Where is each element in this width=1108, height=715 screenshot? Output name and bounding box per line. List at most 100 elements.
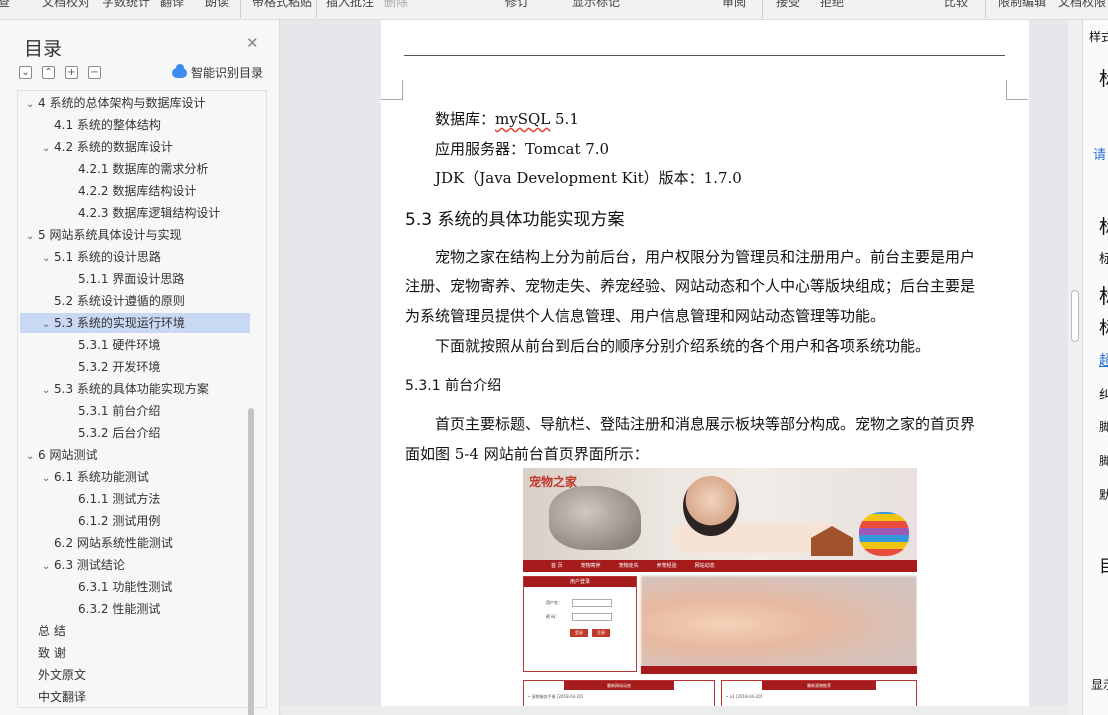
ribbon-item[interactable]: 删除 xyxy=(384,0,408,10)
toc-item[interactable]: 5.3.2 开发环境 xyxy=(20,357,250,377)
section-heading: 5.3 系统的具体功能实现方案 xyxy=(405,210,625,230)
chevron-down-icon[interactable]: ⌄ xyxy=(26,95,38,115)
chevron-down-icon[interactable]: ⌄ xyxy=(42,139,54,159)
toc-item[interactable]: 4.2.2 数据库结构设计 xyxy=(20,181,250,201)
toc-item[interactable]: 外文原文 xyxy=(20,665,250,685)
ribbon-item[interactable]: 限制编辑 xyxy=(998,0,1046,10)
style-item[interactable]: 标 xyxy=(1099,280,1108,309)
style-item[interactable]: 默 xyxy=(1099,486,1108,503)
toc-item[interactable]: ⌄ 4.2 系统的数据库设计 xyxy=(20,137,250,157)
toc-item-label: 4.2.3 数据库逻辑结构设计 xyxy=(78,206,221,220)
toc-item-label: 5.1 系统的设计思路 xyxy=(54,250,161,264)
toc-item[interactable]: 6.3.1 功能性测试 xyxy=(20,577,250,597)
chevron-down-icon[interactable]: ⌄ xyxy=(42,557,54,577)
toc-item[interactable]: 总 结 xyxy=(20,621,250,641)
vertical-scrollbar[interactable] xyxy=(1068,20,1082,715)
figure-login-box: 用户登录 用户名： 密 码： 登录 注册 xyxy=(523,576,637,672)
toc-item-label: 5.3.2 后台介绍 xyxy=(78,426,161,440)
remove-heading-icon[interactable]: − xyxy=(88,66,101,79)
chevron-down-icon[interactable]: ⌄ xyxy=(42,381,54,401)
close-icon[interactable]: ✕ xyxy=(246,34,259,52)
toc-item-label: 5.3.1 前台介绍 xyxy=(78,404,161,418)
toc-item[interactable]: 6.1.1 测试方法 xyxy=(20,489,250,509)
style-item[interactable]: 标 xyxy=(1099,248,1108,267)
figure-slideshow-caption xyxy=(641,666,917,674)
toc-item[interactable]: ⌄ 5 网站系统具体设计与实现 xyxy=(20,225,250,245)
chevron-down-icon[interactable]: ⌄ xyxy=(26,447,38,467)
style-item[interactable]: 标 xyxy=(1099,64,1108,91)
smart-toc-button[interactable]: 智能识别目录 xyxy=(172,63,263,81)
toc-item[interactable]: 5.2 系统设计遵循的原则 xyxy=(20,291,250,311)
style-item[interactable]: 脚 xyxy=(1099,452,1108,469)
ribbon-item[interactable]: 查 xyxy=(0,0,10,10)
ribbon-item[interactable]: 插入批注 xyxy=(326,0,374,10)
style-item[interactable]: 超 xyxy=(1099,350,1108,370)
ribbon-item[interactable]: 翻译 xyxy=(160,0,184,10)
ribbon-item[interactable]: 带格式粘贴 xyxy=(252,0,312,10)
style-link[interactable]: 请 xyxy=(1093,144,1106,163)
toc-item-label: 5.3.1 硬件环境 xyxy=(78,338,161,352)
toc-item-label: 6.2 网站系统性能测试 xyxy=(54,536,173,550)
figure-nav-item: 养宠经验 xyxy=(656,563,677,569)
style-item[interactable]: 目 xyxy=(1099,552,1108,577)
toc-item[interactable]: 致 谢 xyxy=(20,643,250,663)
toc-scrollbar[interactable] xyxy=(248,408,254,715)
toc-item[interactable]: 5.1.1 界面设计思路 xyxy=(20,269,250,289)
toc-item[interactable]: ⌄ 5.1 系统的设计思路 xyxy=(20,247,250,267)
toc-item[interactable]: 4.1 系统的整体结构 xyxy=(20,115,250,135)
style-item[interactable]: 脚 xyxy=(1099,418,1108,435)
ribbon-item[interactable]: 修订 xyxy=(505,0,529,10)
doc-line-server: 应用服务器：Tomcat 7.0 xyxy=(435,140,610,158)
ribbon-item[interactable]: 字数统计 xyxy=(102,0,150,10)
style-item[interactable]: 纠 xyxy=(1099,384,1108,403)
toc-item-label: 6.1 系统功能测试 xyxy=(54,470,149,484)
ribbon-item[interactable]: 拒绝 xyxy=(820,0,844,10)
ribbon-item[interactable]: 比较 xyxy=(944,0,968,10)
toc-item[interactable]: ⌄ 6.1 系统功能测试 xyxy=(20,467,250,487)
figure-user-label: 用户名： xyxy=(546,600,562,605)
ribbon-item[interactable]: 朗读 xyxy=(205,0,229,10)
style-item[interactable]: 标 xyxy=(1099,314,1108,340)
figure-login-title: 用户登录 xyxy=(524,577,636,587)
toc-item[interactable]: 6.2 网站系统性能测试 xyxy=(20,533,250,553)
toc-item[interactable]: 4.2.1 数据库的需求分析 xyxy=(20,159,250,179)
toc-item[interactable]: 5.3.1 前台介绍 xyxy=(20,401,250,421)
toc-item[interactable]: ⌄ 5.3 系统的具体功能实现方案 xyxy=(20,379,250,399)
ribbon-item[interactable]: 审阅 xyxy=(722,0,746,10)
collapse-all-icon[interactable]: ⌄ xyxy=(19,66,32,79)
add-heading-icon[interactable]: + xyxy=(65,66,78,79)
toc-item[interactable]: 5.3.2 后台介绍 xyxy=(20,423,250,443)
toc-item[interactable]: ⌄ 5.3 系统的实现运行环境 xyxy=(20,313,250,333)
toc-item[interactable]: ⌄ 6.3 测试结论 xyxy=(20,555,250,575)
toc-item-label: 5.1.1 界面设计思路 xyxy=(78,272,185,286)
style-item[interactable]: 标 xyxy=(1099,212,1108,239)
toc-item[interactable]: ⌄ 4 系统的总体架构与数据库设计 xyxy=(20,93,250,113)
expand-all-icon[interactable]: ⌃ xyxy=(42,66,55,79)
chevron-down-icon[interactable]: ⌄ xyxy=(42,315,54,335)
ribbon-item[interactable]: 文档校对 xyxy=(42,0,90,10)
ribbon-item[interactable]: 接受 xyxy=(776,0,800,10)
vertical-scroll-thumb[interactable] xyxy=(1071,290,1079,342)
toc-item[interactable]: 中文翻译 xyxy=(20,687,250,707)
toc-item[interactable]: ⌄ 6 网站测试 xyxy=(20,445,250,465)
toc-item[interactable]: 6.3.2 性能测试 xyxy=(20,599,250,619)
show-styles-label[interactable]: 显示 xyxy=(1091,676,1108,693)
figure-user-field xyxy=(572,599,612,607)
toc-item[interactable]: 4.2.3 数据库逻辑结构设计 xyxy=(20,203,250,223)
toc-list: ⌄ 4 系统的总体架构与数据库设计 4.1 系统的整体结构 ⌄ 4.2 系统的数据库设计… xyxy=(17,90,267,708)
chevron-down-icon[interactable]: ⌄ xyxy=(26,227,38,247)
toc-item[interactable]: 6.1.2 测试用例 xyxy=(20,511,250,531)
ribbon-item[interactable]: 显示标记 xyxy=(572,0,620,10)
ribbon-item[interactable]: 文档权限 xyxy=(1058,0,1106,10)
pet-bed-image xyxy=(859,512,909,556)
paragraph-line: 注册、宠物寄养、宠物走失、养宠经验、网站动态和个人中心等版块组成；后台主要是 xyxy=(405,277,976,295)
chevron-down-icon[interactable]: ⌄ xyxy=(42,249,54,269)
document-area: 数据库：mySQL 5.1 应用服务器：Tomcat 7.0 JDK（Java … xyxy=(281,20,1082,715)
horizontal-scrollbar[interactable] xyxy=(281,706,1068,715)
paragraph-line: 为系统管理员提供个人信息管理、用户信息管理和网站动态管理等功能。 xyxy=(405,307,886,325)
figure-nav-item: 首 页 xyxy=(551,563,563,569)
toc-item-label: 6.3 测试结论 xyxy=(54,558,125,572)
paragraph-line: 宠物之家在结构上分为前后台，用户权限分为管理员和注册用户。前台主要是用户 xyxy=(435,248,976,266)
chevron-down-icon[interactable]: ⌄ xyxy=(42,469,54,489)
toc-item[interactable]: 5.3.1 硬件环境 xyxy=(20,335,250,355)
